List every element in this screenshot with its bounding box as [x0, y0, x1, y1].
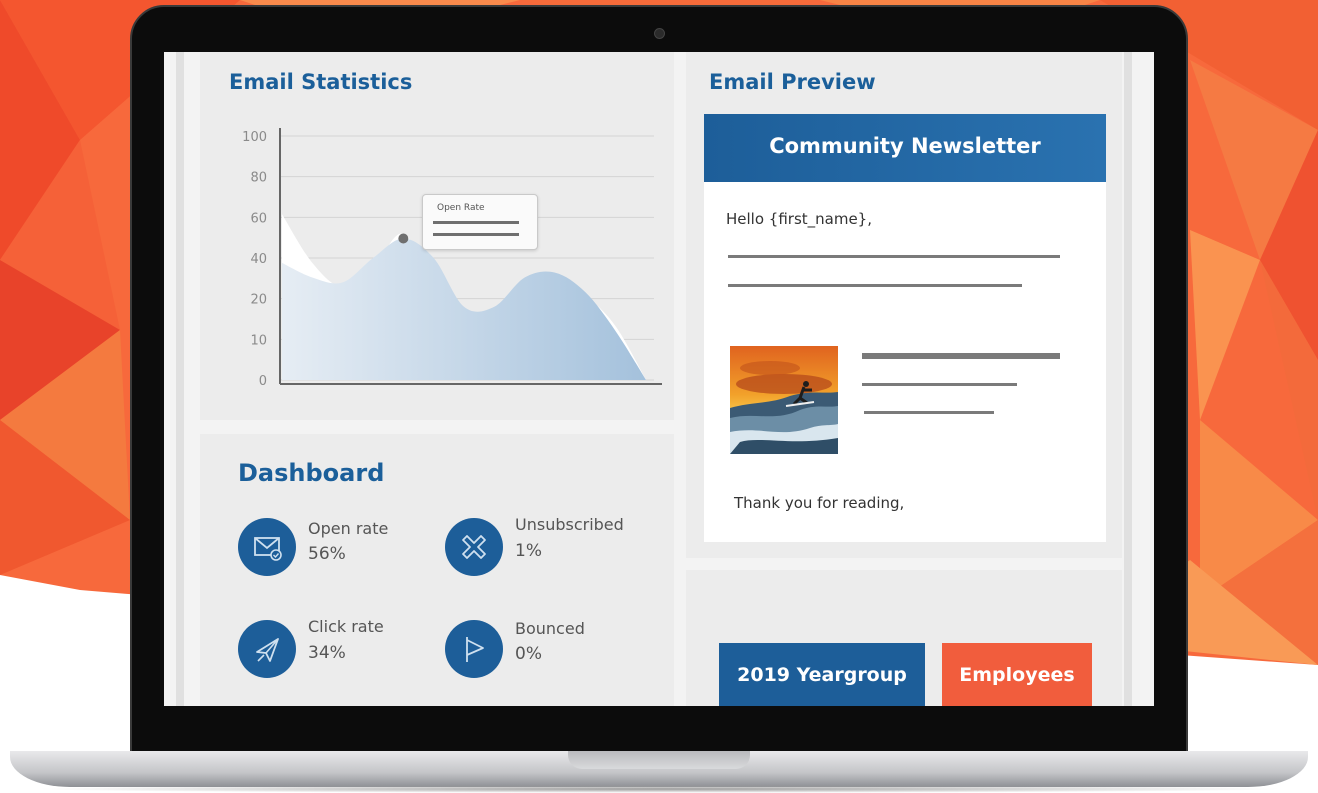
paper-plane-icon: [238, 620, 296, 678]
stat-label: Bounced: [515, 619, 585, 638]
stat-label: Unsubscribed: [515, 515, 624, 534]
chart-y-ticks: 10080604020100: [242, 130, 267, 389]
text-placeholder-line: [728, 255, 1060, 258]
y-tick-label: 60: [250, 211, 267, 226]
open-rate-chart: 10080604020100: [242, 128, 662, 389]
stat-label: Open rate: [308, 519, 389, 538]
right-rail: [1124, 52, 1132, 706]
employees-button[interactable]: Employees: [942, 643, 1092, 706]
text-placeholder-line: [864, 411, 994, 414]
y-tick-label: 20: [250, 293, 267, 308]
stat-label: Click rate: [308, 617, 384, 636]
camera-icon: [654, 28, 665, 39]
email-signoff: Thank you for reading,: [734, 494, 905, 512]
left-rail: [176, 52, 184, 706]
email-statistics-title: Email Statistics: [229, 70, 413, 94]
y-tick-label: 100: [242, 130, 267, 145]
surfer-photo: [730, 346, 838, 454]
y-tick-label: 40: [250, 252, 267, 267]
text-placeholder-line: [728, 284, 1022, 287]
stat-value: 56%: [308, 544, 346, 564]
email-preview-card: Community Newsletter Hello {first_name},: [704, 114, 1106, 542]
envelope-icon: [238, 518, 296, 576]
laptop-screen: Email Statistics Email Preview Dashboard…: [164, 52, 1154, 706]
y-tick-label: 10: [250, 333, 267, 348]
tooltip-title: Open Rate: [437, 203, 485, 213]
email-greeting: Hello {first_name},: [726, 210, 872, 228]
chart-tooltip: Open Rate: [422, 194, 538, 250]
dashboard-title: Dashboard: [238, 459, 385, 487]
stat-value: 34%: [308, 643, 346, 663]
y-tick-label: 80: [250, 171, 267, 186]
x-mark-icon: [445, 518, 503, 576]
yeargroup-2019-button[interactable]: 2019 Yeargroup: [719, 643, 925, 706]
chart-highlight-point[interactable]: [398, 233, 409, 244]
series-area-front: [282, 238, 646, 380]
email-preview-title: Email Preview: [709, 70, 876, 94]
laptop-base-notch: [568, 751, 750, 769]
text-placeholder-line: [862, 353, 1060, 359]
tooltip-line: [433, 233, 519, 236]
text-placeholder-line: [862, 383, 1017, 386]
y-tick-label: 0: [259, 374, 267, 389]
laptop-shadow: [30, 785, 1288, 793]
newsletter-header: Community Newsletter: [704, 114, 1106, 182]
stat-value: 0%: [515, 644, 542, 664]
flag-icon: [445, 620, 503, 678]
newsletter-title: Community Newsletter: [769, 134, 1041, 158]
tooltip-line: [433, 221, 519, 224]
stat-value: 1%: [515, 541, 542, 561]
